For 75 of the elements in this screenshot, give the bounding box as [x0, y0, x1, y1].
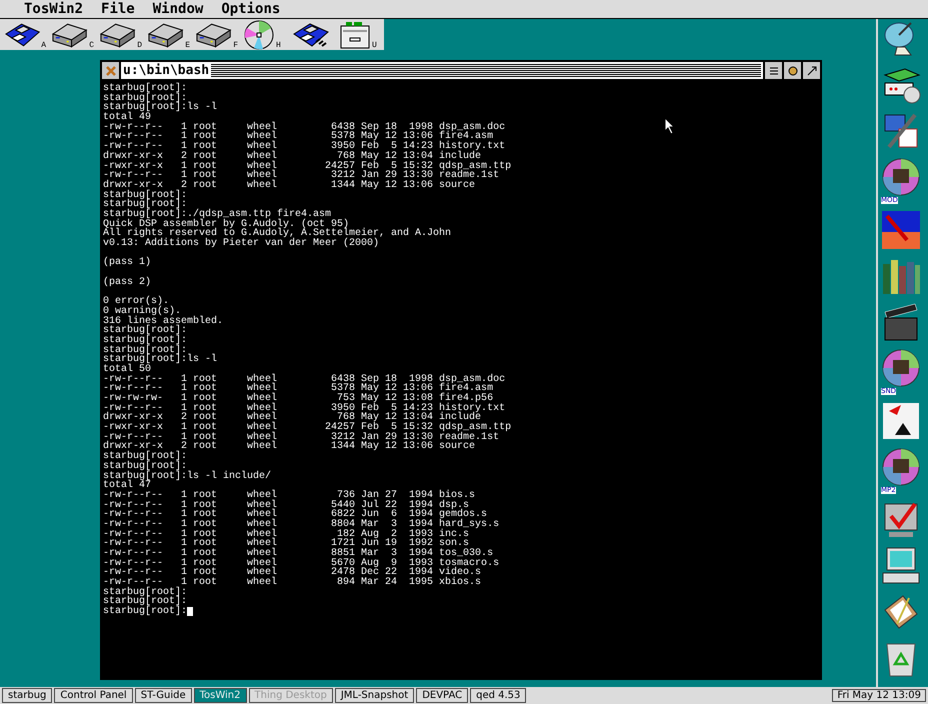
- terminal-line: v0.13: Additions by Pieter van der Meer (2000): [103, 239, 380, 249]
- terminal-line: starbug[root]:: [103, 190, 188, 200]
- computer-icon[interactable]: [881, 546, 921, 586]
- music-disc-icon[interactable]: [881, 157, 921, 197]
- terminal-line: starbug[root]:ls -l include/: [103, 472, 272, 482]
- terminal-line: total 50: [103, 364, 152, 375]
- drive-letter: H: [276, 42, 281, 50]
- terminal-line: -rw-r--r-- 1 root wheel 3212 Jan 29 13:30 readme.1st: [103, 171, 500, 181]
- window-title: u:\bin\bash: [122, 63, 210, 78]
- drive-letter: E: [185, 42, 190, 50]
- terminal-line: total 49: [103, 113, 152, 123]
- terminal-line: -rw-r--r-- 1 root wheel 6822 Jun 6 1994 gemdos.s: [103, 510, 488, 520]
- file-cabinet-icon[interactable]: [338, 20, 372, 50]
- drive-letter: F: [233, 42, 238, 50]
- close-icon: [104, 64, 116, 76]
- taskbar-button[interactable]: starbug: [2, 688, 52, 703]
- menu-item[interactable]: Window: [152, 1, 204, 17]
- terminal-line: starbug[root]:: [103, 588, 188, 598]
- terminal-line: starbug[root]:./qdsp_asm.ttp fire4.asm: [103, 210, 332, 220]
- terminal-line: starbug[root]:: [103, 336, 188, 346]
- terminal-line: All rights reserved to G.Audoly, A.Settelmeier, and A.John: [103, 229, 452, 239]
- terminal-line: -rw-r--r-- 1 root wheel 5378 May 12 13:06 fire4.asm: [103, 384, 494, 394]
- menu-item[interactable]: TosWin2: [24, 1, 84, 17]
- terminal-line: starbug[root]:: [103, 607, 188, 617]
- terminal-line: -rw-r--r-- 1 root wheel 8804 Mar 3 1994 hard_sys.s: [103, 520, 500, 530]
- close-button[interactable]: [101, 61, 120, 80]
- painting-icon[interactable]: [881, 210, 921, 250]
- diagonal-arrow-icon: [806, 66, 816, 76]
- drive-letter: A: [41, 42, 46, 50]
- drive-letter: C: [89, 42, 94, 50]
- terminal-line: starbug[root]:: [103, 94, 188, 104]
- taskbar-button[interactable]: JML-Snapshot: [334, 688, 414, 703]
- drive-letter: D: [137, 42, 142, 50]
- menu-item[interactable]: Options: [221, 1, 280, 17]
- terminal-line: 0 warning(s).: [103, 306, 182, 316]
- terminal-line: -rw-r--r-- 1 root wheel 894 Mar 24 1995 xbios.s: [103, 578, 482, 588]
- terminal-line: starbug[root]:ls -l: [103, 355, 218, 365]
- playing-cards-icon[interactable]: [881, 401, 921, 441]
- terminal-line: drwxr-xr-x 2 root wheel 768 May 12 13:04 include: [103, 152, 482, 162]
- terminal-line: (pass 2): [103, 278, 152, 288]
- taskbar-button[interactable]: TosWin2: [194, 688, 246, 703]
- fuller-button[interactable]: [802, 61, 821, 80]
- text-cursor: [187, 607, 194, 616]
- menu-button[interactable]: [764, 61, 783, 80]
- drive-letter: U: [372, 42, 377, 50]
- iconify-button[interactable]: [783, 61, 802, 80]
- terminal-line: starbug[root]:: [103, 84, 188, 94]
- terminal-line: starbug[root]:: [103, 452, 188, 462]
- terminal-line: 0 error(s).: [103, 297, 170, 307]
- terminal-line: -rw-rw-rw- 1 root wheel 753 May 12 13:08 fire4.p56: [103, 394, 494, 404]
- terminal-line: -rw-r--r-- 1 root wheel 8851 Mar 3 1994 tos_030.s: [103, 549, 494, 559]
- taskbar-button[interactable]: DEVPAC: [416, 688, 468, 703]
- terminal-line: total 47: [103, 481, 152, 491]
- terminal-line: (pass 1): [103, 258, 152, 268]
- terminal-line: -rwxr-xr-x 1 root wheel 24257 Feb 5 15:32 qdsp_asm.ttp: [103, 423, 512, 433]
- taskbar-button[interactable]: Control Panel: [54, 688, 133, 703]
- terminal-line: starbug[root]:: [103, 462, 188, 472]
- terminal-line: starbug[root]:: [103, 326, 188, 336]
- clock: Fri May 12 13:09: [832, 689, 926, 702]
- terminal-line: -rw-r--r-- 1 root wheel 736 Jan 27 1994 bios.s: [103, 490, 476, 501]
- terminal-line: starbug[root]:: [103, 346, 188, 356]
- taskbar-button[interactable]: qed 4.53: [470, 688, 526, 703]
- taskbar-button[interactable]: ST-Guide: [134, 688, 192, 703]
- compact-disc-icon[interactable]: [242, 20, 276, 50]
- terminal-line: -rw-r--r-- 1 root wheel 3950 Feb 5 14:23 history.txt: [103, 142, 506, 152]
- terminal-line: drwxr-xr-x 2 root wheel 1344 May 12 13:06 source: [103, 180, 476, 191]
- music-disc-icon[interactable]: [881, 447, 921, 487]
- mouse-pointer-icon: [664, 117, 676, 135]
- circle-icon: [788, 66, 798, 76]
- terminal-line: -rw-r--r-- 1 root wheel 1721 Jun 19 1992 son.s: [103, 539, 470, 549]
- menu-item[interactable]: File: [101, 1, 135, 17]
- music-disc-icon[interactable]: [881, 348, 921, 388]
- lines-icon: [768, 66, 778, 76]
- terminal-line: starbug[root]:: [103, 200, 188, 210]
- title-bar[interactable]: u:\bin\bash: [120, 61, 764, 80]
